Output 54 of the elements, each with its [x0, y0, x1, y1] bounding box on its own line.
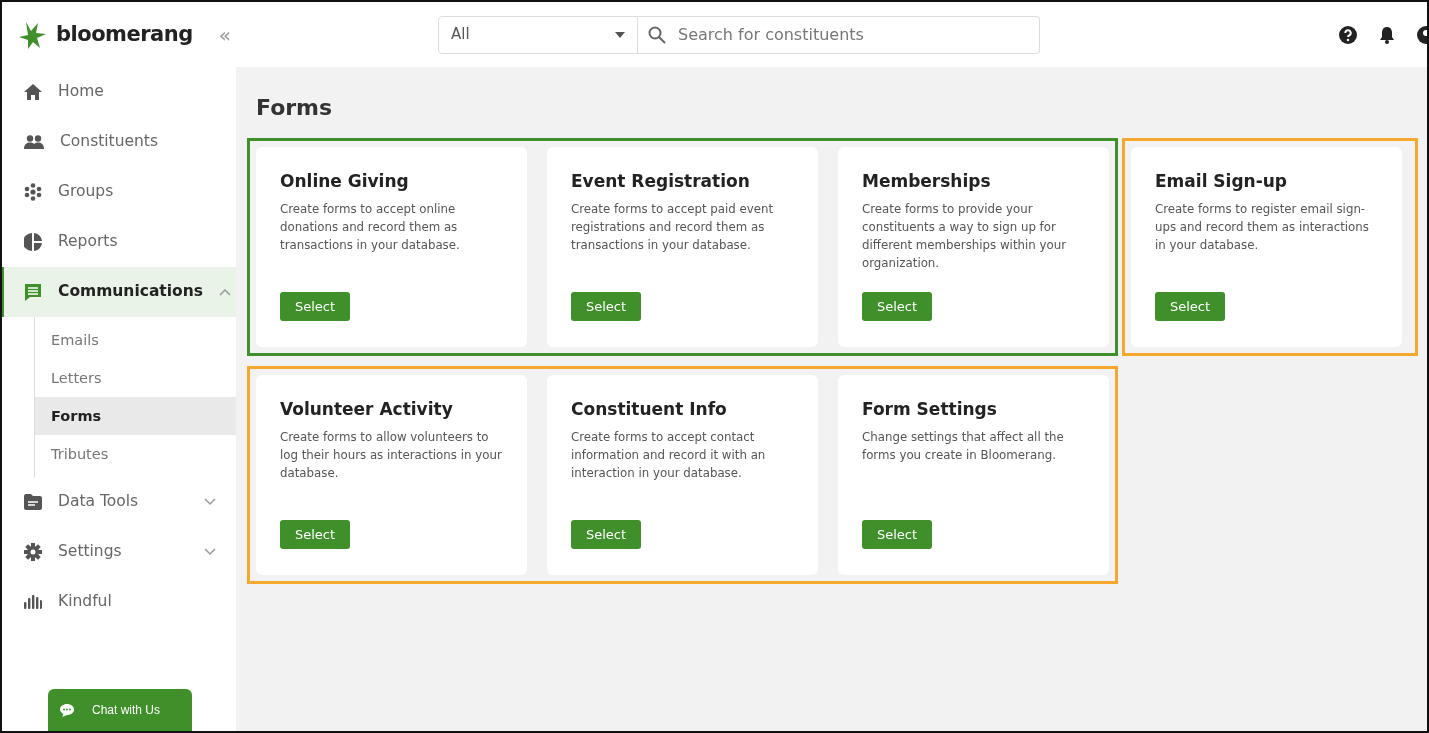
- card-title: Constituent Info: [571, 399, 728, 420]
- select-button[interactable]: Select: [280, 291, 351, 322]
- home-icon: [24, 84, 42, 100]
- sidebar-subitem[interactable]: Letters: [35, 359, 236, 397]
- card-description: Create forms to accept contact information and record it with an interaction in your database.: [571, 428, 767, 482]
- card-description: Create forms to accept online donations and record them as transactions in your database.: [280, 200, 461, 254]
- card-description: Create forms to allow volunteers to log their hours as interactions in your database.: [280, 428, 503, 482]
- settings-icon: [24, 543, 42, 561]
- card-title: Email Sign-up: [1155, 171, 1289, 192]
- card-title: Volunteer Activity: [280, 399, 454, 420]
- dots-cluster-icon: [24, 183, 42, 201]
- sidebar-item[interactable]: Groups: [2, 167, 236, 217]
- select-button[interactable]: Select: [571, 519, 642, 550]
- card-description: Create forms to accept paid event registrations and record them as transactions in your database.: [571, 200, 775, 254]
- select-button[interactable]: Select: [862, 519, 933, 550]
- sidebar-item[interactable]: Data Tools: [2, 477, 236, 527]
- select-button[interactable]: Select: [571, 291, 642, 322]
- card-title: Online Giving: [280, 171, 410, 192]
- caret-icon: [615, 31, 625, 38]
- page-title: Forms: [256, 95, 334, 122]
- card-title: Event Registration: [571, 171, 751, 192]
- sidebar-subitem[interactable]: Forms: [35, 397, 236, 435]
- select-button[interactable]: Select: [1155, 291, 1226, 322]
- card-title: Memberships: [862, 171, 992, 192]
- sidebar-item[interactable]: Home: [2, 67, 236, 117]
- scope-value: All: [451, 24, 470, 46]
- chat-message-icon: [24, 283, 42, 301]
- logo-text: bloomerang: [56, 20, 193, 48]
- card-description: Create forms to register email sign-ups and record them as interactions in your database.: [1155, 200, 1370, 254]
- logo-icon: [18, 20, 48, 49]
- select-button[interactable]: Select: [280, 519, 351, 550]
- people-icon: [24, 135, 44, 149]
- sidebar-subitem[interactable]: Emails: [35, 321, 236, 359]
- card-description: Create forms to provide your constituents a way to sign up for different memberships within your organization.: [862, 200, 1068, 272]
- collapse-button[interactable]: «: [214, 19, 235, 50]
- card-title: Form Settings: [862, 399, 998, 420]
- chat-icon: [60, 703, 74, 717]
- search-icon: [648, 25, 666, 44]
- help-icon[interactable]: [1339, 25, 1357, 44]
- pie-chart-icon: [24, 233, 42, 251]
- select-button[interactable]: Select: [862, 291, 933, 322]
- folder-icon: [24, 494, 42, 510]
- sidebar-item[interactable]: Settings: [2, 527, 236, 577]
- sidebar-item[interactable]: Communications: [2, 267, 236, 317]
- sidebar-item[interactable]: Constituents: [2, 117, 236, 167]
- sidebar-item[interactable]: Reports: [2, 217, 236, 267]
- scope-dropdown[interactable]: All: [438, 15, 638, 54]
- sidebar-subitem[interactable]: Tributes: [35, 435, 236, 473]
- bell-icon[interactable]: [1379, 25, 1395, 44]
- bars-icon: [24, 595, 42, 609]
- sidebar-item[interactable]: Kindful: [2, 577, 236, 627]
- card-description: Change settings that affect all the forms you create in Bloomerang.: [862, 428, 1065, 464]
- chat-button[interactable]: Chat with Us: [48, 689, 192, 731]
- search-field[interactable]: Search for constituents: [638, 15, 1040, 54]
